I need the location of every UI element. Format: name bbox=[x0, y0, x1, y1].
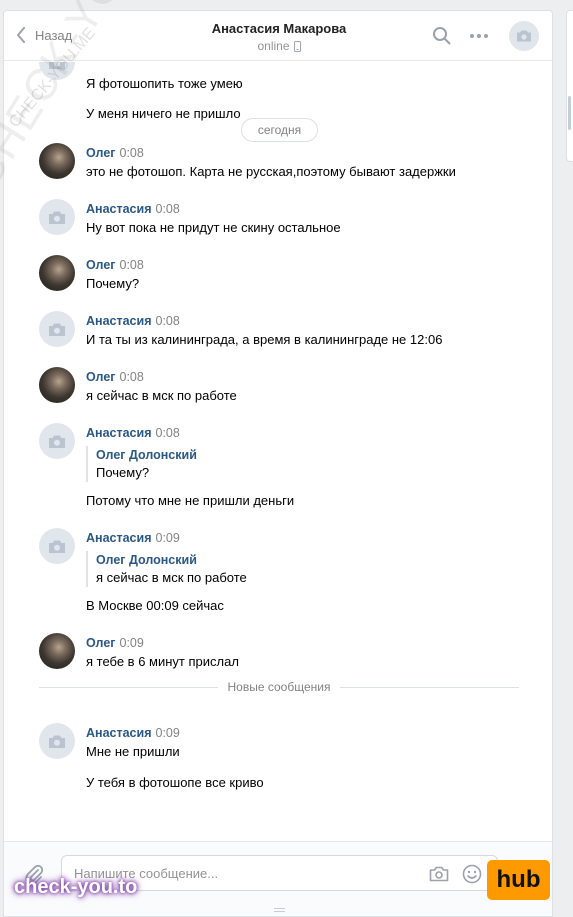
sender-avatar[interactable] bbox=[39, 367, 75, 403]
camera-icon bbox=[517, 30, 531, 42]
sender-avatar[interactable] bbox=[39, 255, 75, 291]
sender-avatar[interactable] bbox=[39, 423, 75, 459]
forwarded-quote[interactable]: Олег Долонский Почему? bbox=[86, 446, 197, 482]
message-time: 0:08 bbox=[119, 258, 144, 272]
message-text: Я фотошопить тоже умею bbox=[86, 76, 243, 91]
chat-title[interactable]: Анастасия Макарова bbox=[174, 21, 384, 36]
message-text: Мне не пришли bbox=[86, 744, 180, 759]
chevron-left-icon bbox=[17, 27, 25, 43]
message-author[interactable]: Анастасия 0:09 bbox=[86, 726, 180, 740]
sender-avatar[interactable] bbox=[39, 143, 75, 179]
sender-avatar[interactable] bbox=[39, 723, 75, 759]
message-author[interactable]: Олег 0:09 bbox=[86, 636, 144, 650]
message-time: 0:08 bbox=[155, 426, 180, 440]
scrollbar[interactable] bbox=[568, 96, 571, 130]
message-time: 0:08 bbox=[119, 370, 144, 384]
message-author[interactable]: Анастасия 0:09 bbox=[86, 531, 180, 545]
side-panel-edge bbox=[566, 10, 573, 162]
search-icon[interactable] bbox=[432, 26, 452, 46]
message-text: И та ты из калининграда, а время в калин… bbox=[86, 332, 443, 347]
camera-icon bbox=[49, 435, 65, 448]
new-messages-divider: Новые сообщения bbox=[39, 679, 519, 695]
message-text: В Москве 00:09 сейчас bbox=[86, 598, 224, 613]
resize-grip[interactable] bbox=[274, 908, 285, 912]
message-author[interactable]: Анастасия 0:08 bbox=[86, 426, 180, 440]
message-text: Ну вот пока не придут не скину остальное bbox=[86, 220, 341, 235]
message-author[interactable]: Олег 0:08 bbox=[86, 370, 144, 384]
message-text: я тебе в 6 минут прислал bbox=[86, 654, 239, 669]
back-label: Назад bbox=[35, 27, 73, 43]
camera-icon bbox=[49, 211, 65, 224]
message-time: 0:09 bbox=[155, 531, 180, 545]
message-time: 0:09 bbox=[119, 636, 144, 650]
message-author[interactable]: Олег 0:08 bbox=[86, 146, 144, 160]
chat-panel: Назад Анастасия Макарова online сегодня … bbox=[3, 10, 553, 917]
message-time: 0:08 bbox=[155, 202, 180, 216]
camera-icon bbox=[49, 540, 65, 553]
quote-author: Олег Долонский bbox=[96, 553, 197, 567]
message-author[interactable]: Олег 0:08 bbox=[86, 258, 144, 272]
camera-icon bbox=[49, 323, 65, 336]
message-text: я сейчас в мск по работе bbox=[86, 388, 237, 403]
date-pill: сегодня bbox=[241, 118, 318, 142]
chat-header: Назад Анастасия Макарова online bbox=[4, 11, 552, 61]
message-time: 0:08 bbox=[155, 314, 180, 328]
emoji-icon[interactable] bbox=[462, 864, 482, 884]
hub-badge: hub bbox=[487, 860, 550, 900]
message-text: Потому что мне не пришли деньги bbox=[86, 493, 295, 508]
message-author[interactable]: Анастасия 0:08 bbox=[86, 202, 180, 216]
quote-text: Почему? bbox=[96, 465, 150, 480]
chat-avatar[interactable] bbox=[509, 21, 539, 51]
message-time: 0:09 bbox=[155, 726, 180, 740]
sender-avatar[interactable] bbox=[39, 311, 75, 347]
message-text: У меня ничего не пришло bbox=[86, 106, 241, 121]
forwarded-quote[interactable]: Олег Долонский я сейчас в мск по работе bbox=[86, 551, 247, 587]
message-history[interactable]: сегодня Я фотошопить тоже умею У меня ни… bbox=[4, 62, 552, 842]
status-text: online bbox=[257, 39, 290, 53]
camera-icon[interactable] bbox=[429, 866, 449, 882]
mobile-icon bbox=[293, 40, 301, 52]
message-text: У тебя в фотошопе все криво bbox=[86, 775, 264, 790]
camera-icon bbox=[49, 62, 65, 69]
message-time: 0:08 bbox=[119, 146, 144, 160]
sender-avatar bbox=[39, 62, 75, 80]
sender-avatar[interactable] bbox=[39, 199, 75, 235]
message-text: Почему? bbox=[86, 276, 140, 291]
message-author[interactable]: Анастасия 0:08 bbox=[86, 314, 180, 328]
quote-author: Олег Долонский bbox=[96, 448, 197, 462]
sender-avatar[interactable] bbox=[39, 633, 75, 669]
more-icon[interactable] bbox=[469, 33, 489, 39]
back-button[interactable]: Назад bbox=[16, 25, 72, 45]
camera-icon bbox=[49, 735, 65, 748]
online-status: online bbox=[174, 39, 384, 53]
sender-avatar[interactable] bbox=[39, 528, 75, 564]
watermark-bottom: check-you.to bbox=[14, 876, 138, 898]
quote-text: я сейчас в мск по работе bbox=[96, 570, 247, 585]
new-messages-label: Новые сообщения bbox=[217, 680, 341, 694]
message-text: это не фотошоп. Карта не русская,поэтому… bbox=[86, 164, 456, 179]
